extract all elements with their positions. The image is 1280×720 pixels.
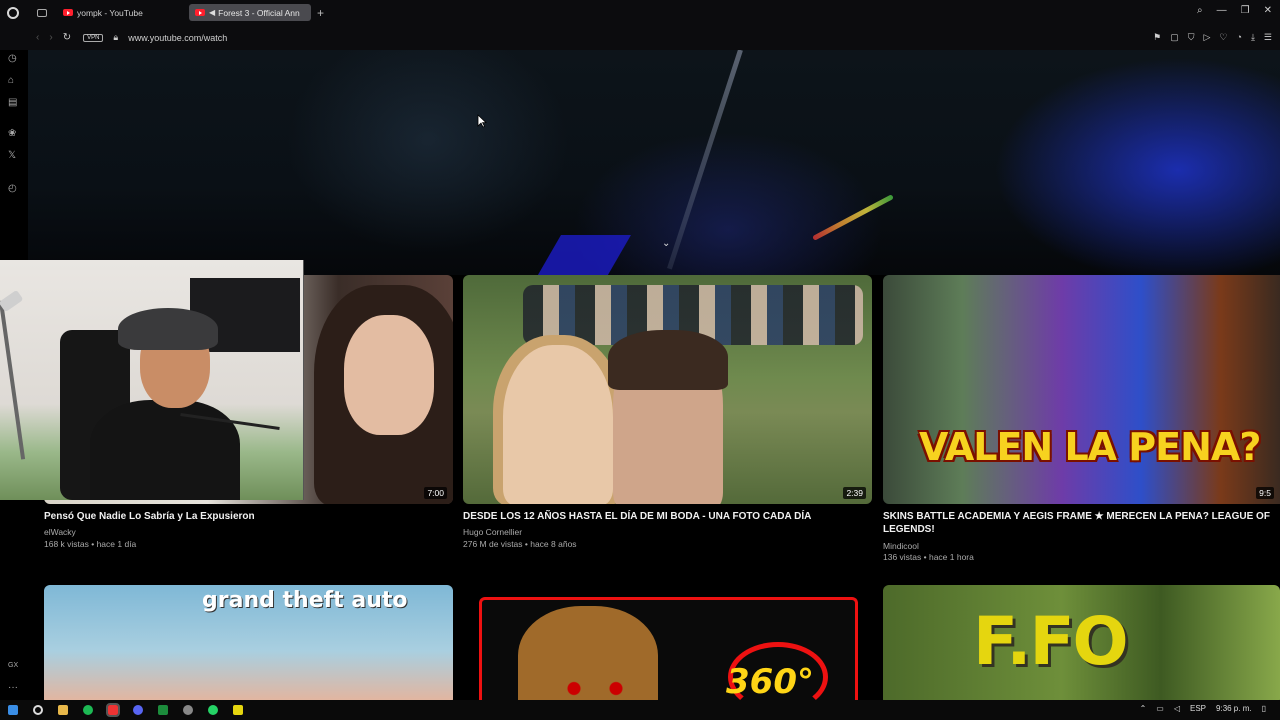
- webcam-streamer-body: [90, 400, 240, 500]
- heart-icon[interactable]: ♡: [1219, 32, 1227, 43]
- obs-icon[interactable]: [183, 705, 193, 715]
- video-stats: 276 M de vistas • hace 8 años: [463, 539, 577, 549]
- window-controls: ⌕ — ❐ ✕: [1197, 5, 1272, 16]
- restore-icon[interactable]: ❐: [1241, 5, 1250, 16]
- xbox-icon[interactable]: [158, 705, 168, 715]
- thumbnail-groom-hair: [608, 330, 728, 390]
- whatsapp-icon[interactable]: [208, 705, 218, 715]
- search-tabs-icon[interactable]: ⌕: [1197, 5, 1203, 16]
- close-icon[interactable]: ✕: [1264, 5, 1272, 16]
- video-stats: 168 k vistas • hace 1 día: [44, 539, 137, 549]
- app-yellow-icon[interactable]: [233, 705, 243, 715]
- video-thumbnail[interactable]: grand theft auto: [44, 585, 453, 705]
- chatgpt-icon[interactable]: ❀: [8, 128, 16, 139]
- bookmark-icon[interactable]: ⚑: [1153, 32, 1161, 43]
- news-icon[interactable]: ▤: [8, 97, 17, 108]
- thumbnail-text: F.FO: [973, 603, 1129, 680]
- url-field[interactable]: www.youtube.com/watch: [128, 33, 227, 43]
- video-duration: 7:00: [424, 487, 447, 499]
- volume-icon[interactable]: ◁: [1174, 704, 1180, 713]
- address-tools: ⚑ ▢ ⛉ ▷ ♡ ◔ ⤓ ☰: [1153, 32, 1272, 43]
- youtube-favicon-icon: [195, 9, 205, 16]
- video-thumbnail[interactable]: 360°: [479, 597, 858, 705]
- webcam-telescope: [0, 289, 24, 313]
- opera-logo-icon[interactable]: [7, 6, 19, 19]
- system-tray: ⌃ ▭ ◁ ESP 9:36 p. m. ▯: [1140, 704, 1266, 713]
- shield-icon[interactable]: ⛉: [1188, 32, 1195, 43]
- lock-icon[interactable]: 🔒︎: [113, 32, 118, 43]
- language-indicator[interactable]: ESP: [1190, 704, 1206, 713]
- video-duration: 2:39: [843, 487, 866, 499]
- vpn-badge[interactable]: VPN: [83, 33, 104, 42]
- video-stats: 136 vistas • hace 1 hora: [883, 552, 974, 562]
- windows-start-icon[interactable]: [8, 705, 18, 715]
- video-player[interactable]: ⌄: [28, 50, 1280, 275]
- video-thumbnail[interactable]: F.FO: [883, 585, 1280, 705]
- speaker-icon[interactable]: ◀: [209, 8, 215, 17]
- mouse-cursor-icon: [477, 114, 487, 128]
- youtube-favicon-icon: [63, 9, 73, 16]
- streamer-webcam-overlay: [0, 260, 304, 500]
- tray-chevron-icon[interactable]: ⌃: [1140, 704, 1147, 713]
- x-twitter-icon[interactable]: 𝕏: [8, 150, 16, 161]
- chevron-down-icon[interactable]: ⌄: [662, 238, 670, 249]
- thumbnail-text: grand theft auto: [202, 588, 408, 613]
- minimize-icon[interactable]: —: [1217, 5, 1227, 16]
- video-title[interactable]: Pensó Que Nadie Lo Sabría y La Expusiero…: [44, 510, 453, 523]
- thumbnail-person-face: [344, 315, 434, 435]
- video-title[interactable]: DESDE LOS 12 AÑOS HASTA EL DÍA DE MI BOD…: [463, 510, 872, 523]
- file-explorer-icon[interactable]: [58, 705, 68, 715]
- download-icon[interactable]: ⤓: [1251, 32, 1255, 43]
- thumbnail-animatronic-bear: [518, 606, 658, 705]
- thumbnail-text: VALEN LA PENA?: [919, 425, 1261, 469]
- reload-icon[interactable]: ↻: [63, 32, 71, 43]
- video-title[interactable]: SKINS BATTLE ACADEMIA Y AEGIS FRAME ★ ME…: [883, 510, 1280, 536]
- gx-corner-icon[interactable]: ⌂: [8, 75, 14, 86]
- channel-name[interactable]: Hugo Cornellier: [463, 526, 522, 539]
- thumbnail-text: 360°: [726, 662, 814, 702]
- channel-name[interactable]: elWacky: [44, 526, 76, 539]
- tab-label: Forest 3 - Official Ann: [218, 7, 300, 18]
- discord-icon[interactable]: [133, 705, 143, 715]
- profile-icon[interactable]: ◔: [1237, 32, 1242, 43]
- tab-manager-icon[interactable]: [37, 8, 47, 17]
- thumbnail-bride-face: [503, 345, 613, 504]
- video-thumbnail[interactable]: VALEN LA PENA? 9:5: [883, 275, 1280, 504]
- address-bar: ‹ › ↻ VPN 🔒︎ www.youtube.com/watch ⚑ ▢ ⛉…: [0, 25, 1280, 50]
- search-icon[interactable]: [33, 705, 43, 715]
- forward-icon[interactable]: ›: [49, 32, 52, 43]
- more-icon[interactable]: ···: [8, 682, 18, 693]
- video-frame-blue-shape: [535, 235, 631, 275]
- network-icon[interactable]: ▭: [1156, 704, 1164, 713]
- spotify-icon[interactable]: [83, 705, 93, 715]
- snapshot-icon[interactable]: ▢: [1170, 32, 1179, 43]
- tab-label: yompk - YouTube: [77, 7, 143, 18]
- clock[interactable]: 9:36 p. m.: [1216, 704, 1252, 713]
- video-duration: 9:5: [1256, 487, 1274, 499]
- play-icon[interactable]: ▷: [1204, 32, 1211, 43]
- history-icon[interactable]: ◴: [8, 183, 17, 194]
- browser-tab-strip: yompk - YouTube ◀ Forest 3 - Official An…: [0, 0, 1280, 25]
- tab-yompk[interactable]: yompk - YouTube: [57, 4, 179, 21]
- webcam-streamer-cap: [118, 308, 218, 350]
- menu-icon[interactable]: ☰: [1264, 32, 1272, 43]
- webcam-tripod: [0, 300, 26, 460]
- back-icon[interactable]: ‹: [36, 32, 39, 43]
- opera-gx-taskbar-icon[interactable]: [106, 703, 120, 717]
- notifications-icon[interactable]: ▯: [1262, 704, 1266, 713]
- new-tab-button[interactable]: +: [317, 6, 324, 20]
- video-thumbnail[interactable]: 2:39: [463, 275, 872, 504]
- video-frame-rainbow: [812, 194, 894, 241]
- speed-dial-icon[interactable]: ◷: [8, 53, 17, 64]
- video-frame-light-beam: [667, 50, 743, 270]
- windows-taskbar: ⌃ ▭ ◁ ESP 9:36 p. m. ▯: [0, 700, 1280, 720]
- tab-forest-3[interactable]: ◀ Forest 3 - Official Ann: [189, 4, 311, 21]
- gx-label[interactable]: GX: [8, 662, 18, 669]
